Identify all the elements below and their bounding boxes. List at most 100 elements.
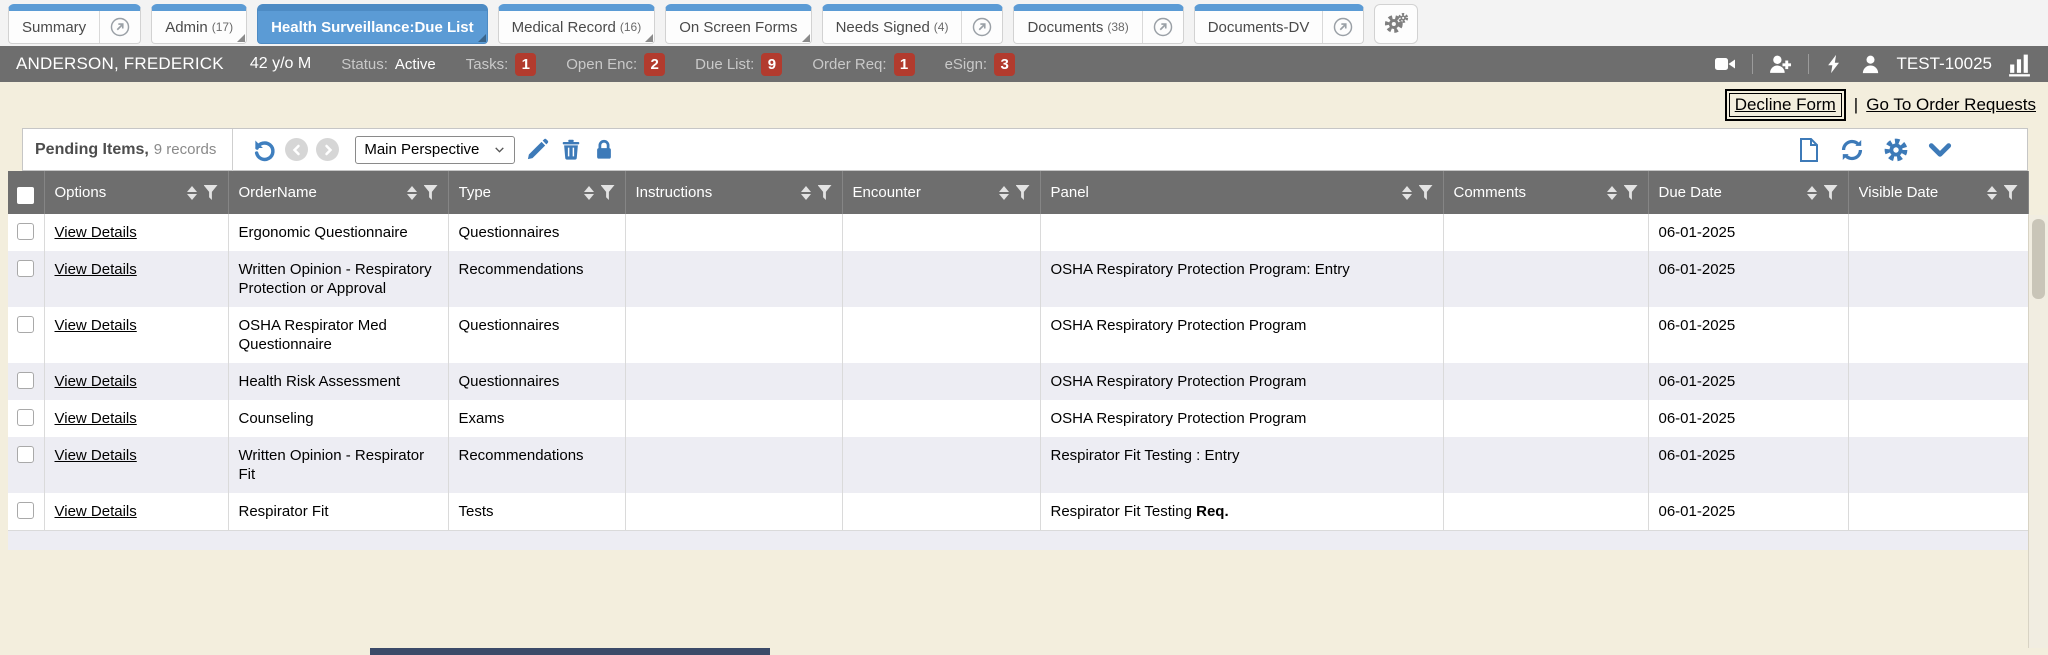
settings-gear-icon[interactable] bbox=[1883, 137, 1909, 163]
delete-trash-icon[interactable] bbox=[560, 138, 582, 161]
open-in-new-icon[interactable] bbox=[1142, 11, 1183, 43]
tab-corner-fold bbox=[802, 34, 810, 42]
chevron-down-icon[interactable] bbox=[1927, 137, 1953, 163]
filter-funnel-icon[interactable] bbox=[1419, 185, 1433, 200]
status-label: Status: bbox=[341, 56, 388, 73]
filter-funnel-icon[interactable] bbox=[204, 185, 218, 200]
vertical-scrollbar[interactable] bbox=[2028, 215, 2048, 648]
tab-settings-button[interactable] bbox=[1374, 4, 1418, 44]
sort-icon[interactable] bbox=[801, 186, 811, 200]
person-icon[interactable] bbox=[1859, 53, 1882, 76]
view-details-link[interactable]: View Details bbox=[55, 447, 137, 464]
select-chevron-icon bbox=[493, 143, 506, 156]
horizontal-scrollbar-thumb[interactable] bbox=[370, 648, 770, 655]
cell-panel: OSHA Respiratory Protection Program bbox=[1040, 307, 1443, 363]
bar-chart-icon[interactable] bbox=[2007, 52, 2032, 77]
due-list-badge[interactable]: 9 bbox=[761, 53, 782, 76]
sort-icon[interactable] bbox=[999, 186, 1009, 200]
view-details-link[interactable]: View Details bbox=[55, 317, 137, 334]
edit-pencil-icon[interactable] bbox=[526, 138, 549, 161]
header-encounter[interactable]: Encounter bbox=[842, 171, 1040, 214]
tab-documents-dv[interactable]: Documents-DV bbox=[1194, 4, 1365, 44]
tab-health-surveillance-due-list[interactable]: Health Surveillance:Due List bbox=[257, 4, 488, 44]
filter-funnel-icon[interactable] bbox=[2004, 185, 2018, 200]
filter-funnel-icon[interactable] bbox=[1016, 185, 1030, 200]
tasks-badge[interactable]: 1 bbox=[515, 53, 536, 76]
panel-title: Pending Items, bbox=[35, 141, 149, 159]
sort-icon[interactable] bbox=[1402, 186, 1412, 200]
row-checkbox[interactable] bbox=[17, 409, 34, 426]
cell-type: Recommendations bbox=[448, 437, 625, 493]
open-in-new-icon[interactable] bbox=[961, 11, 1002, 43]
view-details-link[interactable]: View Details bbox=[55, 410, 137, 427]
patient-id: TEST-10025 bbox=[1897, 54, 1992, 74]
cell-due-date: 06-01-2025 bbox=[1648, 437, 1848, 493]
tab-admin[interactable]: Admin(17) bbox=[151, 4, 247, 44]
perspective-select[interactable]: Main Perspective bbox=[355, 136, 515, 164]
new-document-icon[interactable] bbox=[1797, 137, 1821, 163]
sort-icon[interactable] bbox=[1607, 186, 1617, 200]
tab-summary[interactable]: Summary bbox=[8, 4, 141, 44]
filter-funnel-icon[interactable] bbox=[424, 185, 438, 200]
undo-icon[interactable] bbox=[251, 137, 277, 163]
header-panel[interactable]: Panel bbox=[1040, 171, 1443, 214]
header-visible-date[interactable]: Visible Date bbox=[1848, 171, 2028, 214]
lightning-bolt-icon[interactable] bbox=[1824, 52, 1844, 76]
person-add-icon[interactable] bbox=[1768, 52, 1793, 77]
header-instructions[interactable]: Instructions bbox=[625, 171, 842, 214]
sort-icon[interactable] bbox=[1987, 186, 1997, 200]
tab-on-screen-forms[interactable]: On Screen Forms bbox=[665, 4, 811, 44]
view-details-link[interactable]: View Details bbox=[55, 503, 137, 520]
sort-icon[interactable] bbox=[1807, 186, 1817, 200]
view-details-link[interactable]: View Details bbox=[55, 373, 137, 390]
open-in-new-icon[interactable] bbox=[99, 11, 140, 43]
order-req-badge[interactable]: 1 bbox=[894, 53, 915, 76]
sort-icon[interactable] bbox=[407, 186, 417, 200]
cell-panel: Respirator Fit Testing : Entry bbox=[1040, 437, 1443, 493]
lock-icon[interactable] bbox=[593, 138, 615, 161]
tab-corner-fold bbox=[645, 34, 653, 42]
row-checkbox[interactable] bbox=[17, 372, 34, 389]
filter-funnel-icon[interactable] bbox=[1824, 185, 1838, 200]
cell-due-date: 06-01-2025 bbox=[1648, 363, 1848, 400]
filter-funnel-icon[interactable] bbox=[601, 185, 615, 200]
next-button[interactable] bbox=[316, 138, 339, 161]
previous-button[interactable] bbox=[285, 138, 308, 161]
record-count: 9 records bbox=[154, 141, 217, 158]
tab-documents[interactable]: Documents(38) bbox=[1013, 4, 1183, 44]
view-details-link[interactable]: View Details bbox=[55, 224, 137, 241]
cell-type: Questionnaires bbox=[448, 363, 625, 400]
filter-funnel-icon[interactable] bbox=[1624, 185, 1638, 200]
sort-icon[interactable] bbox=[584, 186, 594, 200]
header-options[interactable]: Options bbox=[44, 171, 228, 214]
cell-comments bbox=[1443, 251, 1648, 307]
filter-funnel-icon[interactable] bbox=[818, 185, 832, 200]
decline-form-link[interactable]: Decline Form bbox=[1735, 95, 1836, 114]
header-due-date[interactable]: Due Date bbox=[1648, 171, 1848, 214]
cell-visible-date bbox=[1848, 251, 2028, 307]
go-to-order-requests-link[interactable]: Go To Order Requests bbox=[1866, 95, 2036, 115]
row-checkbox[interactable] bbox=[17, 260, 34, 277]
header-comments[interactable]: Comments bbox=[1443, 171, 1648, 214]
sort-icon[interactable] bbox=[187, 186, 197, 200]
view-details-link[interactable]: View Details bbox=[55, 261, 137, 278]
row-checkbox[interactable] bbox=[17, 223, 34, 240]
refresh-icon[interactable] bbox=[1839, 137, 1865, 163]
vertical-scrollbar-thumb[interactable] bbox=[2032, 219, 2045, 299]
cell-due-date: 06-01-2025 bbox=[1648, 307, 1848, 363]
video-camera-icon[interactable] bbox=[1713, 52, 1737, 76]
row-checkbox[interactable] bbox=[17, 502, 34, 519]
header-type[interactable]: Type bbox=[448, 171, 625, 214]
select-all-checkbox[interactable] bbox=[17, 187, 34, 204]
open-in-new-icon[interactable] bbox=[1322, 11, 1363, 43]
cell-encounter bbox=[842, 493, 1040, 530]
row-checkbox[interactable] bbox=[17, 316, 34, 333]
tab-count: (38) bbox=[1107, 20, 1128, 34]
row-checkbox[interactable] bbox=[17, 446, 34, 463]
tab-needs-signed[interactable]: Needs Signed(4) bbox=[822, 4, 1004, 44]
tab-count: (17) bbox=[212, 20, 233, 34]
header-order-name[interactable]: OrderName bbox=[228, 171, 448, 214]
tab-medical-record[interactable]: Medical Record(16) bbox=[498, 4, 656, 44]
open-enc-badge[interactable]: 2 bbox=[644, 53, 665, 76]
esign-badge[interactable]: 3 bbox=[994, 53, 1015, 76]
